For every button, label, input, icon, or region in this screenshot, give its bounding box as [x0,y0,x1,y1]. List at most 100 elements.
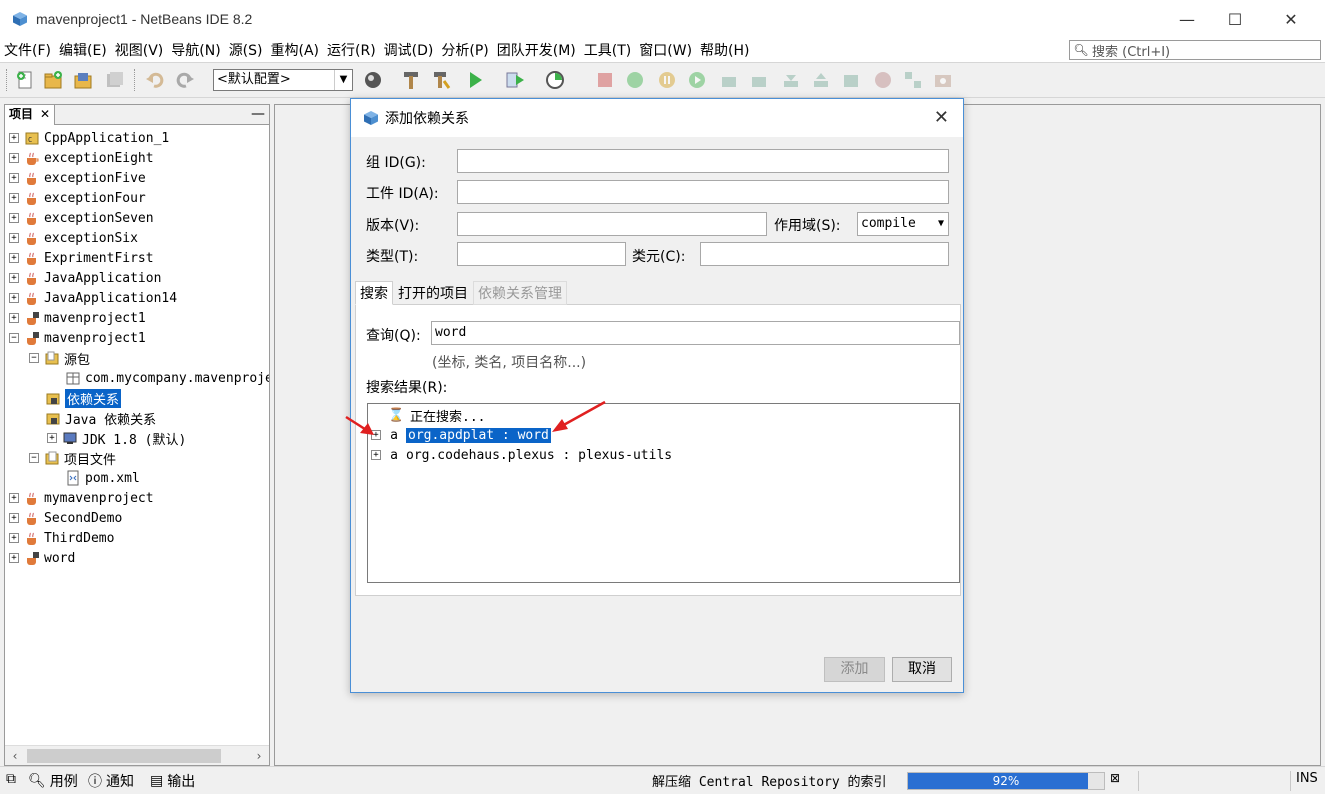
new-project-icon[interactable] [42,69,64,91]
collapse-icon[interactable]: − [9,333,19,343]
run-to-cursor-icon[interactable] [840,69,862,91]
tree-node[interactable]: Java 依赖关系 [45,409,156,428]
tree-node[interactable]: + mymavenproject [9,489,154,507]
tree-row[interactable]: + a org.codehaus.plexus : plexus-utils [371,446,672,464]
expand-icon[interactable]: + [371,450,381,460]
clean-build-icon[interactable] [430,69,452,91]
tree-node[interactable]: + JavaApplication [9,269,161,287]
notifications-button[interactable]: ⓘ 通知 [88,771,134,791]
profile-icon[interactable] [544,69,566,91]
tab-dependency-management[interactable]: 依赖关系管理 [473,281,567,305]
menu-help[interactable]: 帮助(H) [696,40,753,60]
scrollbar-thumb[interactable] [27,749,221,763]
minimize-button[interactable]: — [1162,0,1212,38]
type-field[interactable] [457,242,626,266]
horizontal-scrollbar[interactable]: ‹ › [5,745,269,765]
take-gui-snapshot-icon[interactable] [902,69,924,91]
tree-node[interactable]: 依赖关系 [45,388,122,408]
globe-icon[interactable] [362,69,384,91]
tree-node[interactable]: + word [9,549,75,567]
tree-row[interactable]: + a org.apdplat : word [371,426,551,444]
tree-node[interactable]: + C CppApplication_1 [9,129,169,147]
close-icon[interactable]: ✕ [934,107,949,128]
scroll-right-icon[interactable]: › [249,746,269,766]
step-over-expression-icon[interactable] [748,69,770,91]
collapse-icon[interactable]: − [29,453,39,463]
run-icon[interactable] [464,69,486,91]
menu-edit[interactable]: 编辑(E) [55,40,111,60]
expand-icon[interactable]: + [9,233,19,243]
tree-node[interactable]: + exceptionSix [9,229,138,247]
open-project-icon[interactable] [72,69,94,91]
expand-icon[interactable]: + [9,173,19,183]
minimize-panel-button[interactable]: — [251,105,265,123]
step-over-icon[interactable] [718,69,740,91]
query-field[interactable]: word [431,321,960,345]
tree-node[interactable]: + ExprimentFirst [9,249,154,267]
menu-profile[interactable]: 分析(P) [437,40,492,60]
expand-icon[interactable]: + [9,133,19,143]
apply-code-changes-icon[interactable] [872,69,894,91]
debug-icon[interactable] [504,69,526,91]
expand-icon[interactable]: + [9,153,19,163]
pause-icon[interactable] [656,69,678,91]
tab-projects[interactable]: 项目 ✕ [5,105,55,125]
step-out-icon[interactable] [810,69,832,91]
continue-icon[interactable] [624,69,646,91]
tree-node[interactable]: + JavaApplication14 [9,289,177,307]
build-hammer-icon[interactable] [400,69,422,91]
tree-node[interactable]: + mavenproject1 [9,309,146,327]
tree-node[interactable]: + exceptionFive [9,169,146,187]
artifact-id-field[interactable] [457,180,949,204]
stop-icon[interactable] [594,69,616,91]
configuration-select[interactable]: <默认配置> ▼ [213,69,353,91]
classifier-field[interactable] [700,242,949,266]
tree-node[interactable]: − 源包 [29,349,90,368]
expand-icon[interactable]: + [9,273,19,283]
expand-icon[interactable]: + [47,433,57,443]
menu-view[interactable]: 视图(V) [111,40,168,60]
expand-icon[interactable]: + [9,313,19,323]
expand-icon[interactable]: + [371,430,381,440]
save-all-icon[interactable] [104,69,126,91]
menu-team[interactable]: 团队开发(M) [493,40,580,60]
version-field[interactable] [457,212,767,236]
tree-node[interactable]: + exceptionFour [9,189,146,207]
expand-icon[interactable]: + [9,553,19,563]
close-tab-icon[interactable]: ✕ [40,105,50,124]
new-file-icon[interactable] [14,69,36,91]
tree-node[interactable]: + exceptionSeven [9,209,154,227]
menu-file[interactable]: 文件(F) [0,40,55,60]
tab-open-projects[interactable]: 打开的项目 [393,281,473,305]
collapse-icon[interactable]: − [29,353,39,363]
menu-debug[interactable]: 调试(D) [380,40,438,60]
menu-window[interactable]: 窗口(W) [635,40,696,60]
window-restore-icon[interactable]: ⧉ [6,771,16,787]
add-button[interactable]: 添加 [824,657,885,682]
expand-icon[interactable]: + [9,213,19,223]
tree-node[interactable]: + ThirdDemo [9,529,114,547]
menu-tools[interactable]: 工具(T) [580,40,635,60]
menu-source[interactable]: 源(S) [225,40,267,60]
tree-node[interactable]: + SecondDemo [9,509,122,527]
scope-select[interactable]: compile ▼ [857,212,949,236]
menu-refactor[interactable]: 重构(A) [267,40,324,60]
menu-run[interactable]: 运行(R) [323,40,380,60]
cancel-task-icon[interactable]: ⊠ [1110,771,1120,785]
resume-icon[interactable] [686,69,708,91]
quick-search-input[interactable]: 🔍︎ 搜索 (Ctrl+I) [1069,40,1321,60]
step-into-icon[interactable] [780,69,802,91]
expand-icon[interactable]: + [9,513,19,523]
tree-node[interactable]: pom.xml [65,469,140,487]
tree-node[interactable]: + JDK 1.8 (默认) [47,429,186,448]
scroll-left-icon[interactable]: ‹ [5,746,25,766]
expand-icon[interactable]: + [9,533,19,543]
menu-navigate[interactable]: 导航(N) [167,40,224,60]
tree-node[interactable]: com.mycompany.mavenproject1 [65,369,269,387]
expand-icon[interactable]: + [9,253,19,263]
tree-node[interactable]: + exceptionEight [9,149,154,167]
close-window-button[interactable]: ✕ [1266,0,1316,38]
maximize-button[interactable]: ☐ [1210,0,1260,38]
usages-button[interactable]: 🔍︎ 用例 [28,771,78,791]
expand-icon[interactable]: + [9,293,19,303]
